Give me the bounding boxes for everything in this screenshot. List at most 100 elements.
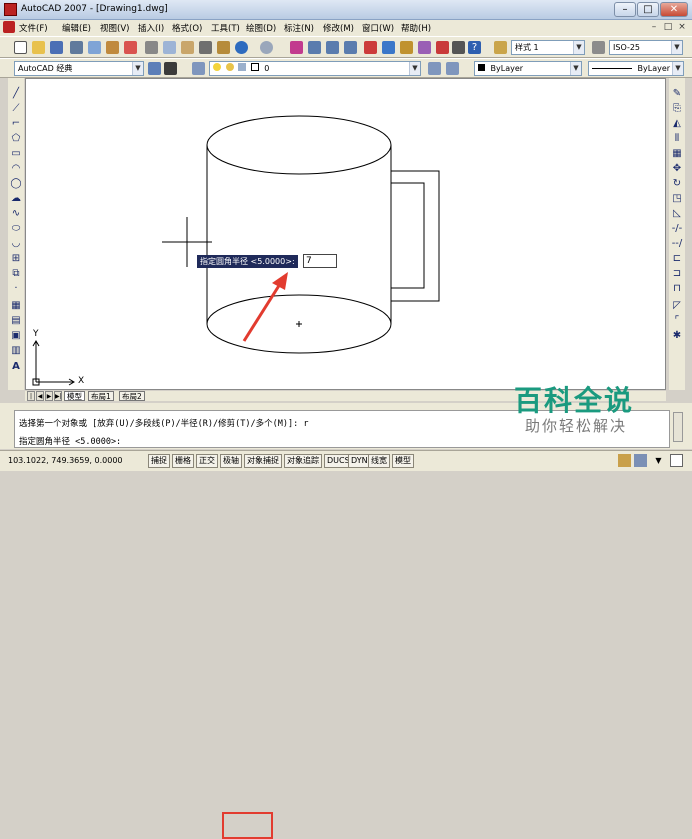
chamfer-icon[interactable]: ◸ — [671, 300, 683, 312]
paste-icon[interactable] — [181, 41, 194, 54]
status-menu-chevron-icon[interactable]: ▼ — [652, 454, 665, 467]
menu-tools[interactable]: 工具(T) — [211, 22, 240, 34]
revision-cloud-icon[interactable]: ☁ — [10, 193, 22, 205]
mirror-icon[interactable]: ◭ — [671, 118, 683, 130]
properties-icon[interactable] — [364, 41, 377, 54]
table-icon[interactable]: ▥ — [10, 345, 22, 357]
rotate-icon[interactable]: ↻ — [671, 178, 683, 190]
polar-toggle[interactable]: 极轴 — [220, 454, 242, 468]
menu-window[interactable]: 窗口(W) — [362, 22, 394, 34]
extend-icon[interactable]: --/ — [671, 238, 683, 250]
chevron-down-icon[interactable]: ▼ — [409, 62, 420, 75]
text-style-select[interactable]: 样式 1 ▼ — [511, 40, 585, 55]
menu-insert[interactable]: 插入(I) — [138, 22, 164, 34]
document-icon[interactable] — [3, 21, 15, 33]
menu-draw[interactable]: 绘图(D) — [246, 22, 276, 34]
point-icon[interactable]: · — [10, 283, 22, 295]
calculator-icon[interactable] — [452, 41, 465, 54]
trim-icon[interactable]: -/- — [671, 223, 683, 235]
command-line-current[interactable]: 指定圆角半径 <5.0000>: — [19, 435, 121, 447]
open-icon[interactable] — [32, 41, 45, 54]
copy-object-icon[interactable]: ⎘ — [671, 103, 683, 115]
layer-previous-icon[interactable] — [446, 62, 459, 75]
publish-icon[interactable] — [106, 41, 119, 54]
chevron-down-icon[interactable]: ▼ — [573, 41, 584, 54]
explode-icon[interactable]: ✱ — [671, 330, 683, 342]
doc-restore-button[interactable]: □ — [662, 22, 674, 34]
chevron-down-icon[interactable]: ▼ — [671, 41, 682, 54]
layer-manager-icon[interactable] — [192, 62, 205, 75]
workspace-select[interactable]: AutoCAD 经典 ▼ — [14, 61, 144, 76]
dim-style-icon[interactable] — [592, 41, 605, 54]
construction-line-icon[interactable]: ⟋ — [10, 103, 22, 115]
array-icon[interactable]: ▦ — [671, 148, 683, 160]
hatch-icon[interactable]: ▦ — [10, 300, 22, 312]
arc-icon[interactable]: ◠ — [10, 163, 22, 175]
snap-toggle[interactable]: 捕捉 — [148, 454, 170, 468]
command-scrollbar[interactable] — [673, 412, 683, 442]
text-style-icon[interactable] — [494, 41, 507, 54]
new-icon[interactable] — [14, 41, 27, 54]
3d-dwf-icon[interactable] — [124, 41, 137, 54]
stretch-icon[interactable]: ◺ — [671, 208, 683, 220]
zoom-realtime-icon[interactable] — [308, 41, 321, 54]
menu-view[interactable]: 视图(V) — [100, 22, 129, 34]
spline-icon[interactable]: ∿ — [10, 208, 22, 220]
otrack-toggle[interactable]: 对象追踪 — [284, 454, 322, 468]
menu-edit[interactable]: 编辑(E) — [62, 22, 91, 34]
drawing-canvas[interactable]: Y X — [25, 78, 666, 390]
layer-select[interactable]: 0 ▼ — [209, 61, 421, 76]
tab-model[interactable]: 模型 — [64, 391, 85, 401]
tab-last-icon[interactable]: ▶| — [54, 391, 62, 401]
rectangle-icon[interactable]: ▭ — [10, 148, 22, 160]
ellipse-arc-icon[interactable]: ◡ — [10, 238, 22, 250]
doc-close-button[interactable]: × — [676, 22, 688, 34]
model-toggle[interactable]: 模型 — [392, 454, 414, 468]
tab-first-icon[interactable]: |◀ — [27, 391, 35, 410]
dim-style-select[interactable]: ISO-25 ▼ — [609, 40, 683, 55]
close-button[interactable]: ✕ — [660, 2, 688, 17]
move-icon[interactable]: ✥ — [671, 163, 683, 175]
grid-toggle[interactable]: 栅格 — [172, 454, 194, 468]
maximize-button[interactable]: □ — [637, 2, 659, 17]
polygon-icon[interactable]: ⬠ — [10, 133, 22, 145]
scale-icon[interactable]: ◳ — [671, 193, 683, 205]
make-block-icon[interactable]: ⧉ — [10, 268, 22, 280]
doc-minimize-button[interactable]: – — [648, 22, 660, 34]
cut-icon[interactable] — [145, 41, 158, 54]
break-at-point-icon[interactable]: ⊏ — [671, 253, 683, 265]
ortho-toggle[interactable]: 正交 — [196, 454, 218, 468]
communication-center-icon[interactable] — [618, 454, 631, 467]
erase-icon[interactable]: ✎ — [671, 88, 683, 100]
linetype-select[interactable]: ByLayer ▼ — [588, 61, 684, 76]
tab-next-icon[interactable]: ▶ — [45, 391, 53, 401]
copy-icon[interactable] — [163, 41, 176, 54]
chevron-down-icon[interactable]: ▼ — [570, 62, 581, 75]
redo-icon[interactable] — [260, 41, 273, 54]
menu-format[interactable]: 格式(O) — [172, 22, 202, 34]
tab-prev-icon[interactable]: ◀ — [36, 391, 44, 401]
zoom-previous-icon[interactable] — [344, 41, 357, 54]
help-icon[interactable]: ? — [468, 41, 481, 54]
menu-dimension[interactable]: 标注(N) — [284, 22, 314, 34]
join-icon[interactable]: ⊓ — [671, 283, 683, 295]
fillet-radius-input[interactable]: 7 — [303, 254, 337, 268]
workspace-settings-icon[interactable] — [148, 62, 161, 75]
plot-preview-icon[interactable] — [88, 41, 101, 54]
markup-icon[interactable] — [436, 41, 449, 54]
make-object-layer-current-icon[interactable] — [428, 62, 441, 75]
save-icon[interactable] — [50, 41, 63, 54]
match-properties-icon[interactable] — [199, 41, 212, 54]
chevron-down-icon[interactable]: ▼ — [132, 62, 143, 75]
polyline-icon[interactable]: ⌐ — [10, 118, 22, 130]
menu-modify[interactable]: 修改(M) — [323, 22, 354, 34]
offset-icon[interactable]: ⫴ — [671, 133, 683, 145]
chevron-down-icon[interactable]: ▼ — [672, 62, 683, 75]
clean-screen-icon[interactable] — [670, 454, 683, 467]
multiline-text-icon[interactable]: A — [10, 361, 22, 373]
autocad-app-icon[interactable] — [4, 3, 17, 16]
pan-icon[interactable] — [290, 41, 303, 54]
tab-layout2[interactable]: 布局2 — [119, 391, 145, 401]
menu-file[interactable]: 文件(F) — [19, 22, 48, 34]
circle-icon[interactable]: ◯ — [10, 178, 22, 190]
